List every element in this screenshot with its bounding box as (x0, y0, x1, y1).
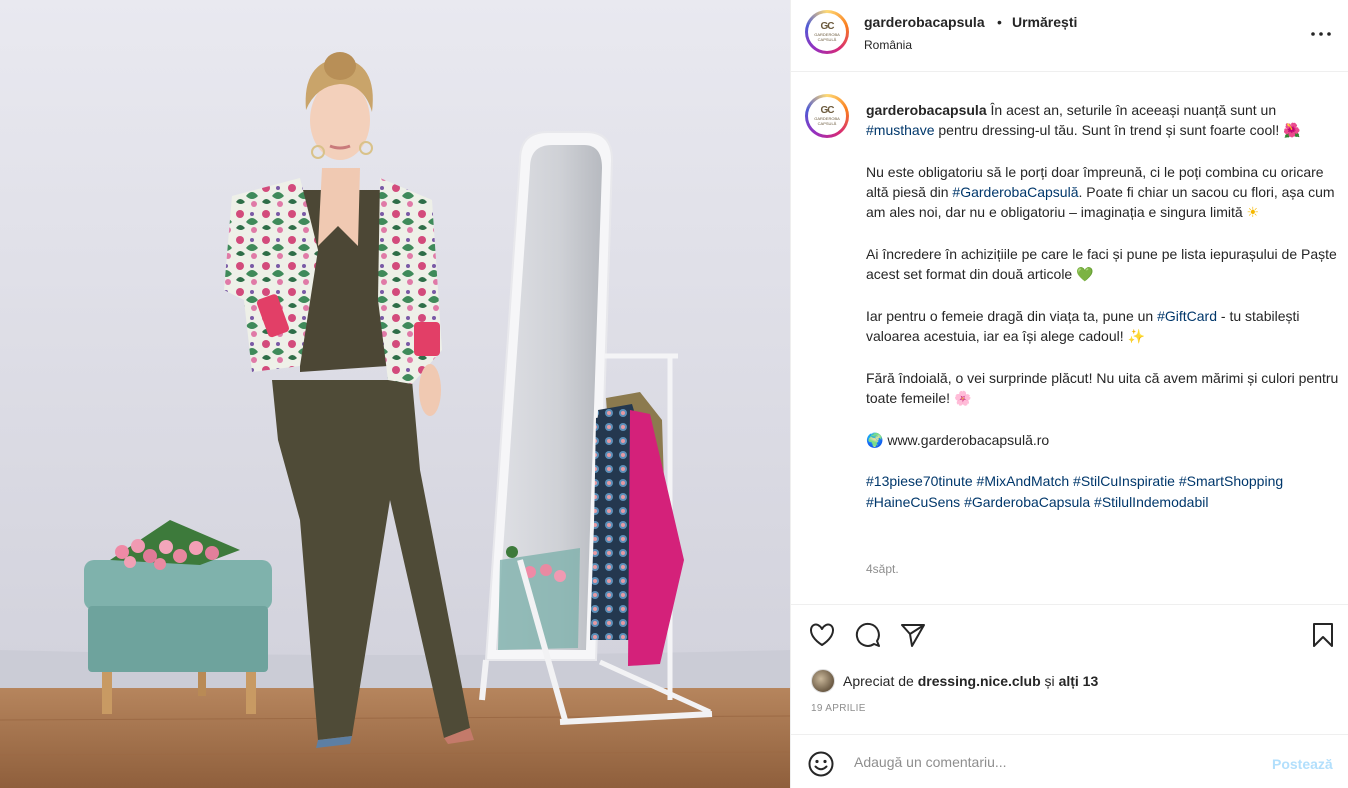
smiley-icon[interactable] (807, 750, 835, 778)
caption-paragraph-6: 🌍 www.garderobacapsulă.ro (866, 430, 1341, 451)
caption-text-span: În acest an, seturile în aceeași nuanță … (990, 102, 1277, 118)
post-header: GC GARDEROBA CAPSULĂ garderobacapsula • … (791, 0, 1348, 72)
caption-paragraph-5: Fără îndoială, o vei surprinde plăcut! N… (866, 368, 1341, 410)
sun-emoji: ☀ (1246, 205, 1260, 222)
caption-text-span: Ai încredere în achizițiile pe care le f… (866, 246, 1337, 283)
post-date[interactable]: 19 APRILIE (811, 703, 866, 714)
hashtag-link[interactable]: #SmartShopping (1179, 473, 1283, 489)
hashtag-link[interactable]: #StilulIndemodabil (1094, 494, 1208, 510)
hashtag-link[interactable]: #StilCuInspiratie (1073, 473, 1175, 489)
sparkles-emoji: ✨ (1127, 329, 1145, 346)
caption-paragraph-2: Nu este obligatoriu să le porți doar împ… (866, 162, 1341, 224)
comment-icon[interactable] (854, 621, 882, 649)
likes-others[interactable]: alți 13 (1059, 673, 1099, 689)
following-button[interactable]: Urmărești (1012, 14, 1077, 30)
post-panel: GC GARDEROBA CAPSULĂ garderobacapsula • … (790, 0, 1348, 788)
hashtag-link[interactable]: #MixAndMatch (977, 473, 1070, 489)
post-caption: GC GARDEROBA CAPSULĂ garderobacapsula În… (791, 72, 1348, 604)
author-username[interactable]: garderobacapsula (864, 14, 985, 30)
caption-paragraph-4: Iar pentru o femeie dragă din viața ta, … (866, 306, 1341, 348)
hashtag-link[interactable]: #musthave (866, 122, 934, 138)
caption-text: garderobacapsula În acest an, seturile î… (866, 100, 1341, 512)
likes-summary: Apreciat de dressing.nice.club și alți 1… (811, 669, 1098, 693)
caption-hashtags: #13piese70tinute #MixAndMatch #StilCuIns… (866, 471, 1341, 512)
liker-username[interactable]: dressing.nice.club (918, 673, 1041, 689)
hashtag-link[interactable]: #13piese70tinute (866, 473, 973, 489)
comment-input[interactable] (854, 751, 1254, 773)
caption-text-span: pentru dressing-ul tău. Sunt în trend și… (934, 122, 1280, 139)
website-text: www.garderobacapsulă.ro (887, 431, 1050, 448)
caption-paragraph-1: garderobacapsula În acest an, seturile î… (866, 100, 1341, 142)
likes-prefix: Apreciat de (843, 673, 914, 689)
blossom-emoji: 🌸 (953, 391, 972, 408)
hibiscus-emoji: 🌺 (1283, 123, 1301, 140)
post-location[interactable]: România (864, 38, 912, 52)
caption-text-span: Fără îndoială, o vei surprinde plăcut! N… (866, 369, 1339, 407)
send-icon[interactable] (899, 621, 927, 649)
hashtag-link[interactable]: #GiftCard (1157, 308, 1217, 324)
comment-box: Postează (791, 734, 1348, 788)
post-actions: Apreciat de dressing.nice.club și alți 1… (791, 604, 1348, 734)
caption-text-span: Iar pentru o femeie dragă din viața ta, … (866, 307, 1158, 324)
post-comment-button[interactable]: Postează (1272, 756, 1333, 772)
likes-mid: și (1044, 673, 1055, 689)
caption-username[interactable]: garderobacapsula (866, 102, 987, 118)
heart-icon[interactable] (808, 621, 836, 649)
green-heart-emoji: 💚 (1076, 267, 1094, 284)
more-options-icon[interactable] (1307, 22, 1335, 46)
hashtag-link[interactable]: #GarderobaCapsulă (952, 184, 1078, 200)
caption-paragraph-3: Ai încredere în achizițiile pe care le f… (866, 244, 1341, 286)
caption-avatar[interactable]: GC GARDEROBA CAPSULĂ (805, 94, 849, 138)
bookmark-icon[interactable] (1309, 621, 1337, 649)
hashtag-link[interactable]: #GarderobaCapsula (964, 494, 1090, 510)
post-image (0, 0, 790, 788)
brand-logo-icon: GC GARDEROBA CAPSULĂ (808, 97, 846, 135)
globe-emoji: 🌍 (866, 432, 884, 449)
hashtag-link[interactable]: #HaineCuSens (866, 494, 960, 510)
post-photo[interactable] (0, 0, 790, 788)
caption-time[interactable]: 4săpt. (866, 562, 899, 576)
separator-dot: • (997, 14, 1002, 30)
liker-avatar[interactable] (811, 669, 835, 693)
brand-logo-icon: GC GARDEROBA CAPSULĂ (808, 13, 846, 51)
author-avatar[interactable]: GC GARDEROBA CAPSULĂ (805, 10, 849, 54)
